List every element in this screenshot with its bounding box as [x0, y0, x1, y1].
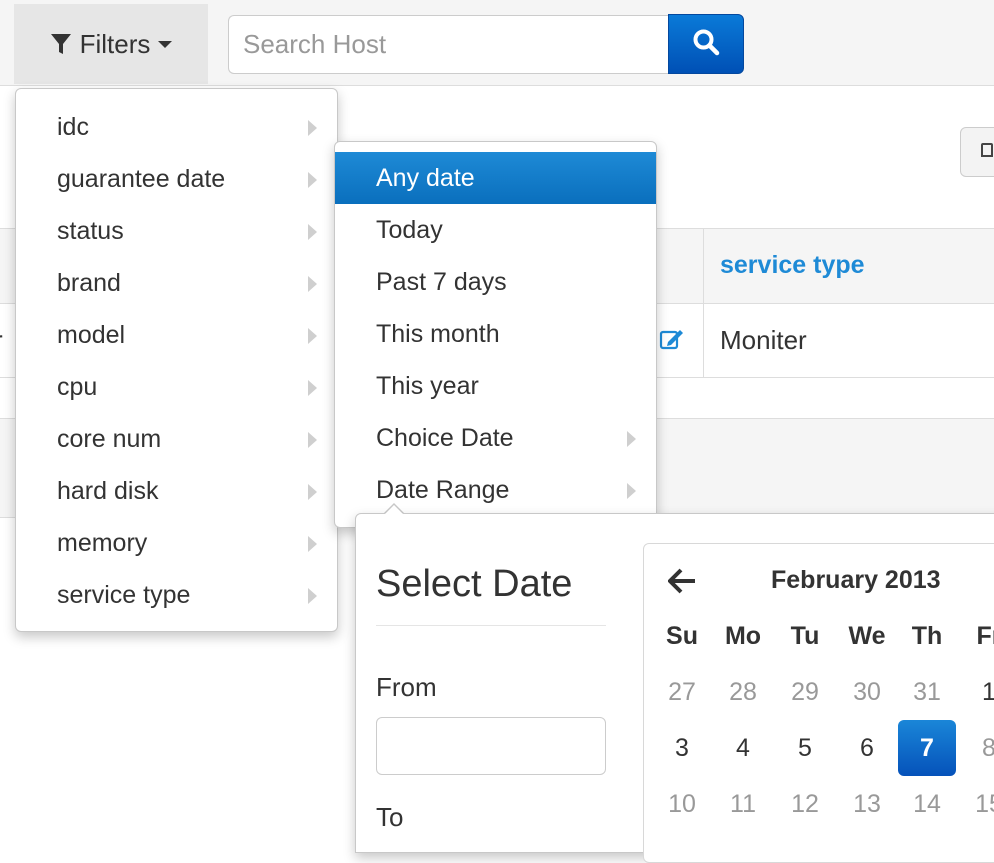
filter-icon [50, 32, 72, 56]
weekday-header: Su [666, 622, 698, 650]
caret-right-icon [308, 120, 317, 136]
calendar-day-selected[interactable]: 7 [898, 720, 956, 776]
date-option-any-date[interactable]: Any date [335, 152, 656, 204]
menu-item-label: Date Range [376, 476, 510, 504]
date-option-choice-date[interactable]: Choice Date [335, 412, 656, 464]
weekday-header: Th [911, 622, 943, 650]
filter-item-core-num[interactable]: core num [16, 413, 337, 465]
caret-right-icon [308, 276, 317, 292]
calendar-month-title: February 2013 [771, 566, 941, 594]
caret-right-icon [308, 432, 317, 448]
calendar-day[interactable]: 29 [776, 664, 834, 720]
menu-item-label: brand [57, 269, 121, 297]
menu-item-label: service type [57, 581, 191, 609]
calendar-day[interactable]: 4 [714, 720, 772, 776]
menu-item-label: memory [57, 529, 148, 557]
calendar-day[interactable]: 5 [776, 720, 834, 776]
from-label: From [376, 672, 437, 702]
copy-button[interactable] [960, 127, 994, 177]
calendar-day[interactable]: 12 [776, 776, 834, 832]
caret-right-icon [627, 431, 636, 447]
menu-item-label: idc [57, 113, 89, 141]
filters-label: Filters [79, 28, 151, 59]
menu-item-label: core num [57, 425, 162, 453]
caret-right-icon [627, 483, 636, 499]
caret-right-icon [308, 224, 317, 240]
caret-right-icon [308, 484, 317, 500]
caret-right-icon [308, 536, 317, 552]
menu-item-label: This month [376, 320, 500, 348]
search-button[interactable] [668, 14, 744, 74]
calendar-day[interactable]: 1 [960, 664, 994, 720]
filter-item-service-type[interactable]: service type [16, 569, 337, 621]
edit-icon[interactable] [659, 327, 685, 356]
calendar-day[interactable]: 30 [838, 664, 896, 720]
caret-right-icon [308, 328, 317, 344]
calendar-day[interactable]: 15 [960, 776, 994, 832]
menu-item-label: model [57, 321, 126, 349]
filter-item-status[interactable]: status [16, 205, 337, 257]
popover-arrow-inner [384, 505, 404, 515]
service-type-cell: Moniter [720, 325, 807, 355]
guarantee-date-submenu: Any date Today Past 7 days This month Th… [334, 141, 657, 528]
calendar-day[interactable]: 14 [898, 776, 956, 832]
menu-item-label: This year [376, 372, 479, 400]
calendar-day[interactable]: 28 [714, 664, 772, 720]
caret-down-icon [158, 39, 173, 49]
weekday-header: Tu [790, 622, 820, 650]
menu-item-label: Past 7 days [376, 268, 507, 296]
caret-right-icon [308, 172, 317, 188]
calendar-day[interactable]: 27 [653, 664, 711, 720]
filter-item-model[interactable]: model [16, 309, 337, 361]
menu-item-label: cpu [57, 373, 98, 401]
divider [376, 625, 606, 626]
filter-item-hard-disk[interactable]: hard disk [16, 465, 337, 517]
column-header-service-type[interactable]: service type [720, 251, 865, 280]
filter-item-memory[interactable]: memory [16, 517, 337, 569]
filter-item-guarantee-date[interactable]: guarantee date [16, 153, 337, 205]
date-option-today[interactable]: Today [335, 204, 656, 256]
date-option-this-year[interactable]: This year [335, 360, 656, 412]
date-option-past-7-days[interactable]: Past 7 days [335, 256, 656, 308]
weekday-header: We [848, 622, 886, 650]
calendar-day[interactable]: 8 [960, 720, 994, 776]
copy-icon [981, 143, 993, 157]
calendar-day[interactable]: 10 [653, 776, 711, 832]
date-option-this-month[interactable]: This month [335, 308, 656, 360]
menu-item-label: guarantee date [57, 165, 226, 193]
weekday-header: Fr [976, 622, 994, 650]
filters-menu: idc guarantee date status brand model cp… [15, 88, 338, 632]
menu-item-label: Today [376, 216, 443, 244]
menu-item-label: status [57, 217, 124, 245]
truncated-cell-text: r [0, 325, 3, 356]
calendar-day[interactable]: 31 [898, 664, 956, 720]
calendar-day[interactable]: 11 [714, 776, 772, 832]
menu-item-label: Choice Date [376, 424, 514, 452]
menu-item-label: Any date [376, 164, 475, 192]
filter-item-brand[interactable]: brand [16, 257, 337, 309]
calendar-day[interactable]: 3 [653, 720, 711, 776]
filter-item-idc[interactable]: idc [16, 101, 337, 153]
filter-item-cpu[interactable]: cpu [16, 361, 337, 413]
to-label: To [376, 802, 404, 832]
column-divider [703, 228, 704, 378]
calendar-day[interactable]: 13 [838, 776, 896, 832]
weekday-header: Mo [724, 622, 762, 650]
from-date-input[interactable] [376, 717, 606, 775]
toolbar: Filters [0, 0, 994, 86]
picker-title: Select Date [376, 563, 573, 605]
calendar-day[interactable]: 6 [838, 720, 896, 776]
caret-right-icon [308, 380, 317, 396]
search-host-input[interactable] [228, 15, 670, 74]
caret-right-icon [308, 588, 317, 604]
search-icon [692, 28, 720, 61]
arrow-left-icon[interactable] [667, 568, 696, 599]
menu-item-label: hard disk [57, 477, 159, 505]
filters-dropdown-button[interactable]: Filters [14, 4, 208, 84]
